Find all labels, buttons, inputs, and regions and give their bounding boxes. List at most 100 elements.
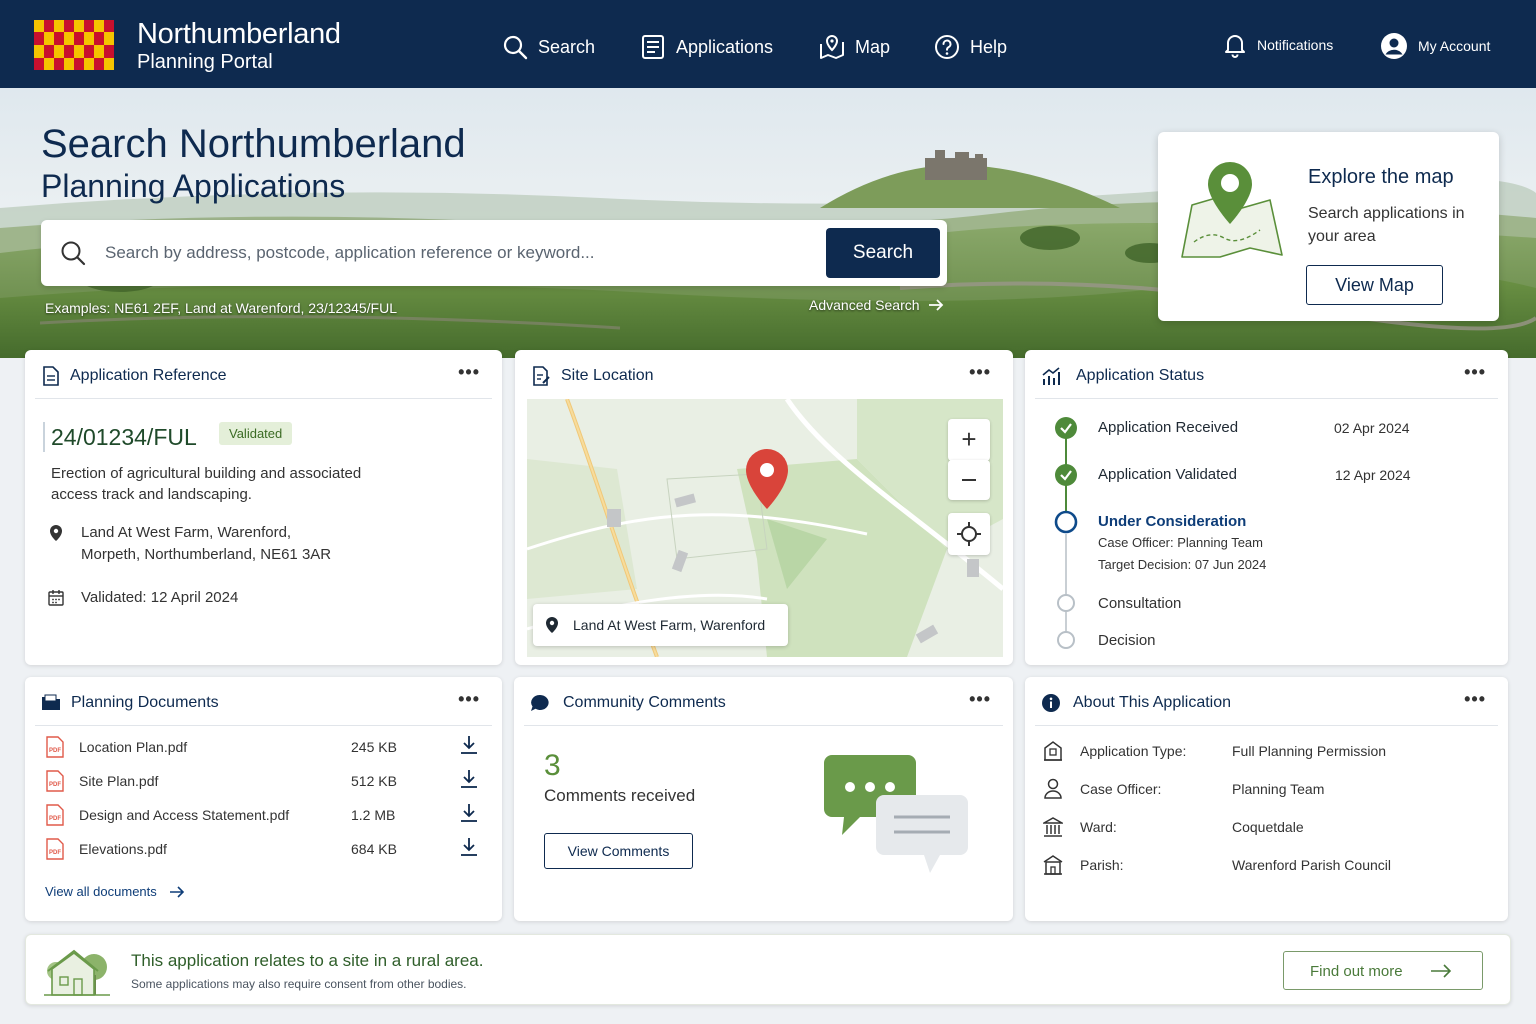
card-header: Application Reference ••• <box>25 350 502 398</box>
more-options-icon[interactable]: ••• <box>458 689 480 710</box>
comments-count: 3 <box>544 749 561 782</box>
about-label: Parish: <box>1080 857 1124 873</box>
document-size: 512 KB <box>351 773 397 789</box>
pdf-file-icon: PDF <box>46 838 64 860</box>
arrow-right-icon <box>1431 964 1452 978</box>
about-application-card: About This Application ••• Application T… <box>1025 677 1508 921</box>
card-title: Planning Documents <box>71 694 219 711</box>
folder-icon <box>42 694 60 710</box>
user-avatar-icon <box>1381 33 1407 59</box>
card-header: About This Application ••• <box>1025 677 1508 725</box>
explore-map-card: Explore the map Search applications in y… <box>1158 132 1499 321</box>
document-name[interactable]: Elevations.pdf <box>79 841 167 857</box>
nav-applications-label: Applications <box>676 36 774 57</box>
search-button[interactable]: Search <box>826 228 940 278</box>
divider <box>35 725 492 726</box>
pdf-file-icon: PDF <box>46 770 64 792</box>
status-timeline <box>1054 417 1078 649</box>
download-icon[interactable] <box>459 836 479 858</box>
nav-map[interactable]: Map <box>819 34 890 60</box>
more-options-icon[interactable]: ••• <box>969 689 991 710</box>
speech-bubble-icon <box>531 694 549 711</box>
nav-search[interactable]: Search <box>502 34 595 60</box>
download-icon[interactable] <box>459 802 479 824</box>
advanced-search-label: Advanced Search <box>809 297 920 313</box>
chat-bubbles-illustration <box>824 755 968 873</box>
banner-subtitle: Some applications may also require conse… <box>131 977 467 991</box>
find-out-more-button[interactable]: Find out more <box>1283 951 1483 990</box>
accent-bar <box>43 422 45 452</box>
hero-title-line-1: Search Northumberland <box>41 122 466 166</box>
about-label: Application Type: <box>1080 743 1187 759</box>
download-icon[interactable] <box>459 734 479 756</box>
find-out-more-label: Find out more <box>1310 963 1403 980</box>
minus-icon <box>962 479 976 481</box>
document-row[interactable]: PDF Site Plan.pdf 512 KB <box>45 770 485 794</box>
nav-applications[interactable]: Applications <box>640 34 773 60</box>
svg-text:PDF: PDF <box>49 850 61 856</box>
locate-me-button[interactable] <box>948 513 990 555</box>
document-name[interactable]: Site Plan.pdf <box>79 773 158 789</box>
nav-help[interactable]: Help <box>934 34 1007 60</box>
pdf-file-icon: PDF <box>46 804 64 826</box>
card-title: About This Application <box>1073 694 1232 711</box>
map-pin-illustration-icon <box>1181 162 1283 258</box>
northumberland-flag-logo[interactable] <box>34 20 114 70</box>
view-map-button[interactable]: View Map <box>1306 265 1443 305</box>
download-icon[interactable] <box>459 768 479 790</box>
nav-help-label: Help <box>970 36 1008 57</box>
address-line-1: Land At West Farm, Warenford, <box>81 524 292 541</box>
search-examples: Examples: NE61 2EF, Land at Warenford, 2… <box>45 300 398 316</box>
brand-subtitle[interactable]: Planning Portal <box>137 51 273 74</box>
step-consultation: Consultation <box>1098 595 1182 612</box>
zoom-in-button[interactable]: + <box>948 419 990 461</box>
more-options-icon[interactable]: ••• <box>458 362 480 383</box>
document-row[interactable]: PDF Elevations.pdf 684 KB <box>45 838 485 862</box>
document-row[interactable]: PDF Location Plan.pdf 245 KB <box>45 736 485 760</box>
view-all-documents-link[interactable]: View all documents <box>45 884 185 899</box>
explore-map-title: Explore the map <box>1308 166 1454 188</box>
banner-title: This application relates to a site in a … <box>131 951 484 970</box>
location-pin-icon <box>50 525 62 541</box>
document-size: 1.2 MB <box>351 807 396 823</box>
parish-building-icon <box>1043 855 1063 875</box>
brand-title[interactable]: Northumberland <box>137 18 341 51</box>
document-name[interactable]: Location Plan.pdf <box>79 739 187 755</box>
info-icon <box>1042 694 1060 712</box>
more-options-icon[interactable]: ••• <box>1464 689 1486 710</box>
more-options-icon[interactable]: ••• <box>969 362 991 383</box>
view-all-documents-label: View all documents <box>45 884 157 899</box>
person-icon <box>1044 778 1062 799</box>
community-comments-card: Community Comments ••• 3 Comments receiv… <box>514 677 1013 921</box>
rural-house-icon <box>44 949 110 996</box>
more-options-icon[interactable]: ••• <box>1464 362 1486 383</box>
validated-date: Validated: 12 April 2024 <box>81 589 239 606</box>
about-value: Planning Team <box>1232 781 1325 797</box>
my-account-link[interactable]: My Account <box>1380 32 1490 60</box>
calendar-icon <box>48 590 64 606</box>
document-name[interactable]: Design and Access Statement.pdf <box>79 807 289 823</box>
map-icon <box>820 34 844 59</box>
document-row[interactable]: PDF Design and Access Statement.pdf 1.2 … <box>45 804 485 828</box>
application-description: Erection of agricultural building and as… <box>51 465 362 503</box>
nav-search-label: Search <box>538 36 596 57</box>
view-comments-button[interactable]: View Comments <box>544 833 693 869</box>
document-size: 684 KB <box>351 841 397 857</box>
hero-title-line-2: Planning Applications <box>41 168 346 204</box>
search-input[interactable] <box>105 232 855 274</box>
about-value: Full Planning Permission <box>1232 743 1387 759</box>
crosshair-icon <box>957 522 981 546</box>
nav-map-label: Map <box>855 36 891 57</box>
application-reference-card: Application Reference ••• 24/01234/FUL V… <box>25 350 502 665</box>
pdf-file-icon: PDF <box>46 736 64 758</box>
notifications-link[interactable]: Notifications <box>1223 32 1333 58</box>
about-value: Coquetdale <box>1232 819 1304 835</box>
bell-icon <box>1225 35 1245 58</box>
advanced-search-link[interactable]: Advanced Search <box>809 297 944 313</box>
step-application-received: Application Received <box>1098 419 1239 436</box>
site-location-card: Site Location ••• + Land At West Farm, W… <box>515 350 1013 665</box>
zoom-out-button[interactable] <box>948 460 990 500</box>
map-location-text: Land At West Farm, Warenford <box>573 617 766 633</box>
about-label: Ward: <box>1080 819 1117 835</box>
notifications-label: Notifications <box>1257 37 1334 53</box>
